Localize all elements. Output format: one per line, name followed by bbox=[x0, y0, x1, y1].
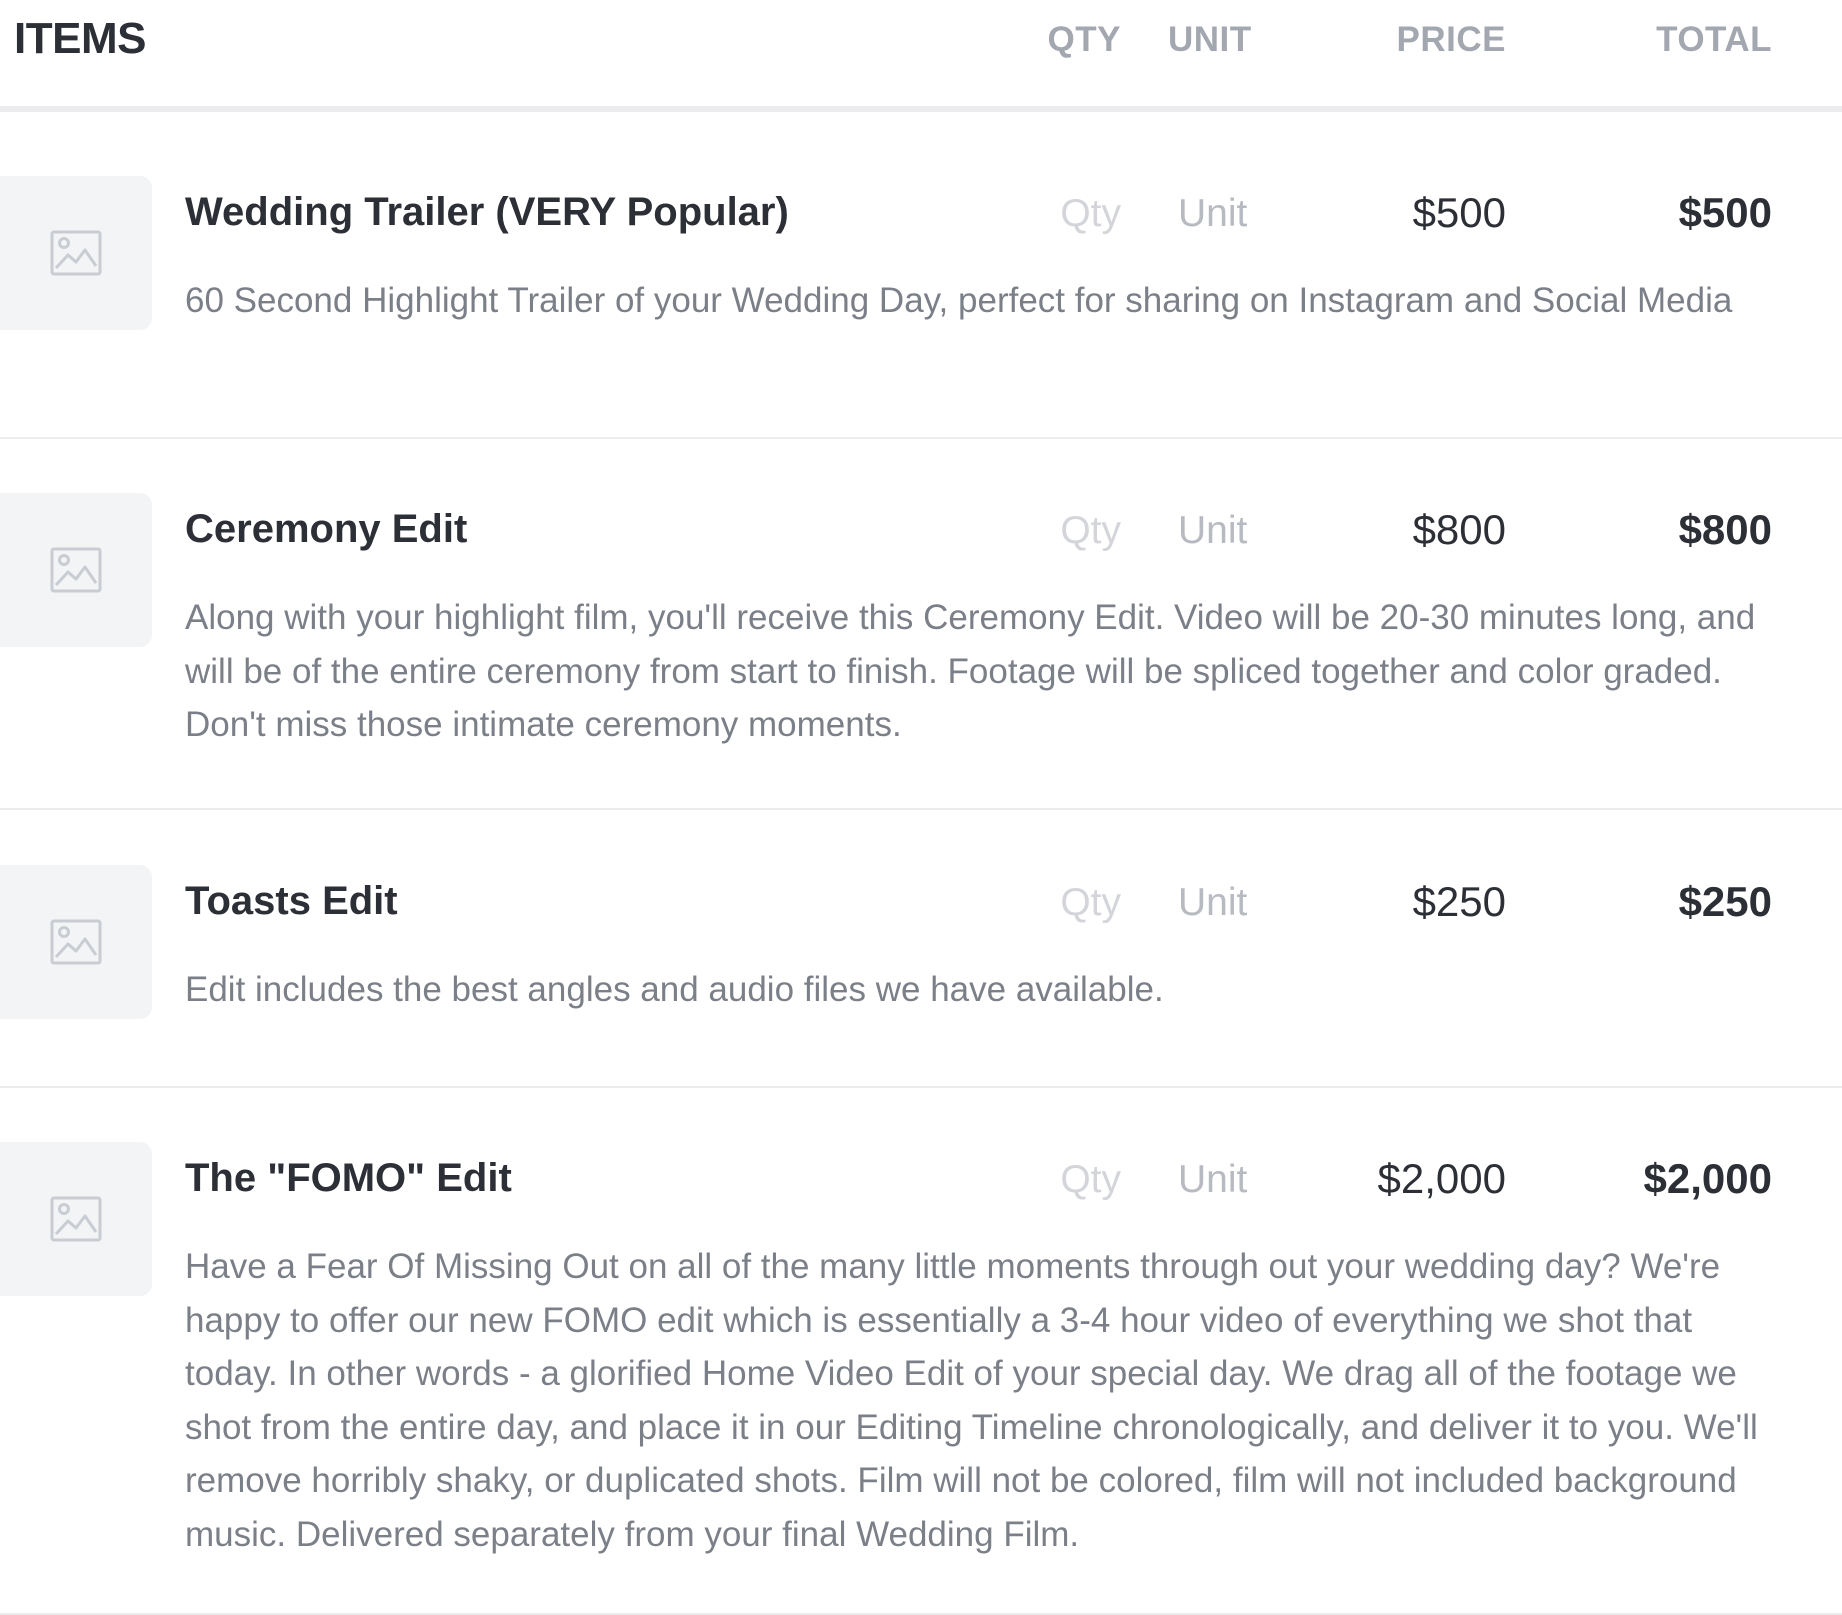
unit-input[interactable]: Unit bbox=[1178, 1158, 1247, 1202]
item-description[interactable]: Along with your highlight film, you'll r… bbox=[185, 591, 1785, 752]
item-description[interactable]: 60 Second Highlight Trailer of your Wedd… bbox=[185, 274, 1785, 328]
column-header-total: TOTAL bbox=[1656, 20, 1772, 59]
item-thumbnail[interactable] bbox=[0, 1142, 152, 1296]
item-description[interactable]: Edit includes the best angles and audio … bbox=[185, 963, 1785, 1017]
item-price[interactable]: $250 bbox=[1413, 878, 1506, 926]
item-name[interactable]: Ceremony Edit bbox=[185, 507, 467, 552]
line-item[interactable]: Ceremony Edit Qty Unit $800 $800 Along w… bbox=[0, 439, 1842, 810]
section-title: ITEMS bbox=[14, 14, 146, 63]
unit-input[interactable]: Unit bbox=[1178, 509, 1247, 553]
items-header: ITEMS QTY UNIT PRICE TOTAL bbox=[0, 0, 1842, 112]
item-total: $250 bbox=[1678, 878, 1772, 925]
column-header-qty: QTY bbox=[1047, 20, 1121, 59]
image-placeholder-icon bbox=[50, 230, 102, 276]
qty-input[interactable]: Qty bbox=[1060, 192, 1121, 236]
item-thumbnail[interactable] bbox=[0, 865, 152, 1019]
qty-input[interactable]: Qty bbox=[1060, 881, 1121, 925]
qty-input[interactable]: Qty bbox=[1060, 1158, 1121, 1202]
item-name[interactable]: Wedding Trailer (VERY Popular) bbox=[185, 190, 789, 235]
item-price[interactable]: $500 bbox=[1413, 189, 1506, 237]
column-header-unit: UNIT bbox=[1168, 20, 1252, 59]
item-name[interactable]: Toasts Edit bbox=[185, 879, 398, 924]
qty-input[interactable]: Qty bbox=[1060, 509, 1121, 553]
item-thumbnail[interactable] bbox=[0, 176, 152, 330]
image-placeholder-icon bbox=[50, 919, 102, 965]
line-item[interactable]: The "FOMO" Edit Qty Unit $2,000 $2,000 H… bbox=[0, 1088, 1842, 1615]
unit-input[interactable]: Unit bbox=[1178, 192, 1247, 236]
item-total: $500 bbox=[1678, 189, 1772, 236]
image-placeholder-icon bbox=[50, 1196, 102, 1242]
item-price[interactable]: $2,000 bbox=[1378, 1155, 1506, 1203]
image-placeholder-icon bbox=[50, 547, 102, 593]
line-item[interactable]: Toasts Edit Qty Unit $250 $250 Edit incl… bbox=[0, 810, 1842, 1088]
column-header-price: PRICE bbox=[1396, 20, 1506, 59]
item-total: $2,000 bbox=[1643, 1155, 1772, 1202]
unit-input[interactable]: Unit bbox=[1178, 881, 1247, 925]
item-price[interactable]: $800 bbox=[1413, 506, 1506, 554]
item-name[interactable]: The "FOMO" Edit bbox=[185, 1156, 512, 1201]
item-description[interactable]: Have a Fear Of Missing Out on all of the… bbox=[185, 1240, 1785, 1561]
item-total: $800 bbox=[1678, 506, 1772, 553]
line-item[interactable]: Wedding Trailer (VERY Popular) Qty Unit … bbox=[0, 112, 1842, 439]
item-thumbnail[interactable] bbox=[0, 493, 152, 647]
